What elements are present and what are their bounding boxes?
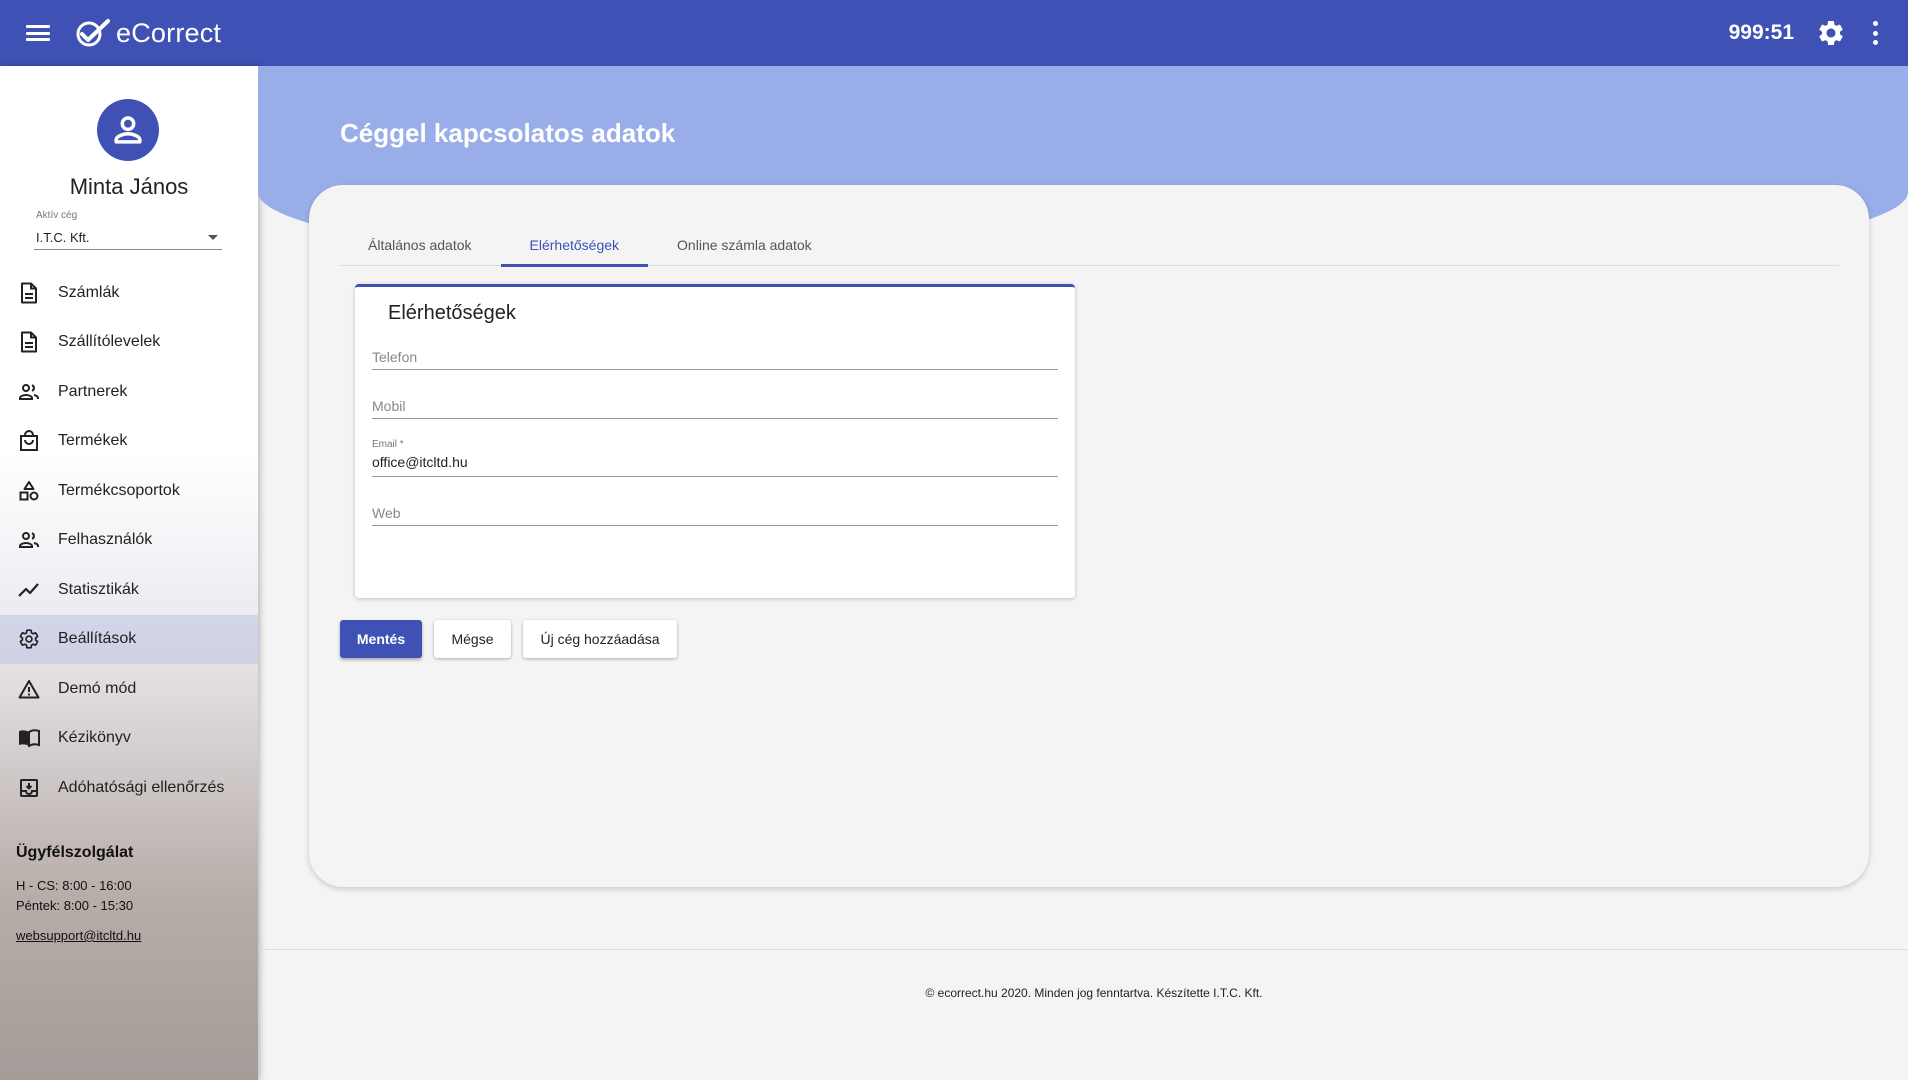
sidebar-item-label: Demó mód <box>58 679 137 697</box>
settings-gear-icon[interactable] <box>1816 18 1846 48</box>
phone-placeholder: Telefon <box>372 349 418 365</box>
active-company-select[interactable]: I.T.C. Kft. <box>34 226 222 250</box>
phone-field[interactable]: Telefon <box>372 343 1058 370</box>
sidebar-item-szamlak[interactable]: Számlák <box>0 268 258 318</box>
dropdown-caret-icon <box>208 235 218 240</box>
people-icon <box>18 529 40 551</box>
sidebar-item-termekcsoportok[interactable]: Termékcsoportok <box>0 466 258 516</box>
shopping-bag-icon <box>18 430 40 452</box>
active-company-label: Aktív cég <box>36 210 78 221</box>
tab-bar: Általános adatok Elérhetőségek Online sz… <box>339 223 1839 267</box>
support-title: Ügyfélszolgálat <box>16 844 134 861</box>
tab-online-szamla-adatok[interactable]: Online számla adatok <box>648 223 841 266</box>
mobile-placeholder: Mobil <box>372 398 406 414</box>
sidebar-item-label: Kézikönyv <box>58 729 131 747</box>
sidebar-item-label: Számlák <box>58 283 120 301</box>
active-company-value: I.T.C. Kft. <box>36 230 90 245</box>
sidebar-item-beallitasok[interactable]: Beállítások <box>0 614 258 664</box>
tab-elerhetosegek[interactable]: Elérhetőségek <box>500 223 649 267</box>
people-icon <box>18 381 40 403</box>
hamburger-menu-icon[interactable] <box>24 22 52 44</box>
archive-icon <box>18 777 40 799</box>
app-logo[interactable]: eCorrect <box>74 18 221 49</box>
support-email-link[interactable]: websupport@itcltd.hu <box>16 928 141 943</box>
user-name: Minta János <box>69 174 189 199</box>
sidebar-item-label: Termékcsoportok <box>58 481 180 499</box>
sidebar-item-label: Statisztikák <box>58 580 139 598</box>
sidebar-item-kezikonyv[interactable]: Kézikönyv <box>0 714 258 764</box>
book-icon <box>18 727 40 749</box>
contact-form-card: Elérhetőségek Telefon Mobil Email * offi… <box>355 284 1075 598</box>
warning-icon <box>18 678 40 700</box>
person-icon <box>114 116 142 144</box>
sidebar-item-label: Termékek <box>58 432 128 450</box>
gear-icon <box>18 628 40 650</box>
footer-divider <box>258 949 1908 950</box>
more-options-icon[interactable] <box>1870 21 1880 45</box>
support-hours-friday: Péntek: 8:00 - 15:30 <box>16 898 134 913</box>
web-placeholder: Web <box>372 505 401 521</box>
email-label: Email * <box>372 439 404 450</box>
sidebar-item-felhasznalok[interactable]: Felhasználók <box>0 516 258 566</box>
sidebar-item-label: Szállítólevelek <box>58 333 161 351</box>
user-avatar-icon[interactable] <box>97 99 159 161</box>
top-app-bar: eCorrect 999:51 <box>0 0 1908 66</box>
sidebar-item-szallitolevelek[interactable]: Szállítólevelek <box>0 318 258 368</box>
email-value: office@itcltd.hu <box>372 454 468 470</box>
web-field[interactable]: Web <box>372 498 1058 526</box>
document-icon <box>18 282 40 304</box>
save-button[interactable]: Mentés <box>340 620 422 658</box>
form-title: Elérhetőségek <box>388 302 516 324</box>
sidebar-item-statisztikak[interactable]: Statisztikák <box>0 565 258 615</box>
document-icon <box>18 331 40 353</box>
sidebar-item-label: Felhasználók <box>58 531 153 549</box>
email-field[interactable]: Email * office@itcltd.hu <box>372 439 1058 477</box>
add-company-button[interactable]: Új cég hozzáadása <box>523 620 677 658</box>
sidebar-item-label: Partnerek <box>58 382 128 400</box>
app-name: eCorrect <box>116 17 222 48</box>
footer-copyright: © ecorrect.hu 2020. Minden jog fenntartv… <box>925 986 1263 1000</box>
mobile-field[interactable]: Mobil <box>372 391 1058 419</box>
trending-up-icon <box>18 579 40 601</box>
sidebar-item-label: Beállítások <box>58 630 137 648</box>
sidebar: Minta János Aktív cég I.T.C. Kft. Számlá… <box>0 66 258 1080</box>
sidebar-item-adohatosagi-ellenorzes[interactable]: Adóhatósági ellenőrzés <box>0 763 258 813</box>
category-icon <box>18 480 40 502</box>
sidebar-item-label: Adóhatósági ellenőrzés <box>58 778 225 796</box>
content-card: Általános adatok Elérhetőségek Online sz… <box>309 185 1869 887</box>
support-hours-weekdays: H - CS: 8:00 - 16:00 <box>16 878 132 893</box>
sidebar-item-partnerek[interactable]: Partnerek <box>0 367 258 417</box>
page-title: Céggel kapcsolatos adatok <box>340 118 676 148</box>
cancel-button[interactable]: Mégse <box>434 620 511 658</box>
session-timer: 999:51 <box>1728 21 1794 44</box>
sidebar-item-demo-mod[interactable]: Demó mód <box>0 664 258 714</box>
sidebar-item-termekek[interactable]: Termékek <box>0 417 258 467</box>
tab-altalanos-adatok[interactable]: Általános adatok <box>339 223 501 266</box>
sidebar-nav: Számlák Szállítólevelek Partnerek Termék… <box>0 268 258 813</box>
logo-check-icon <box>76 19 110 47</box>
